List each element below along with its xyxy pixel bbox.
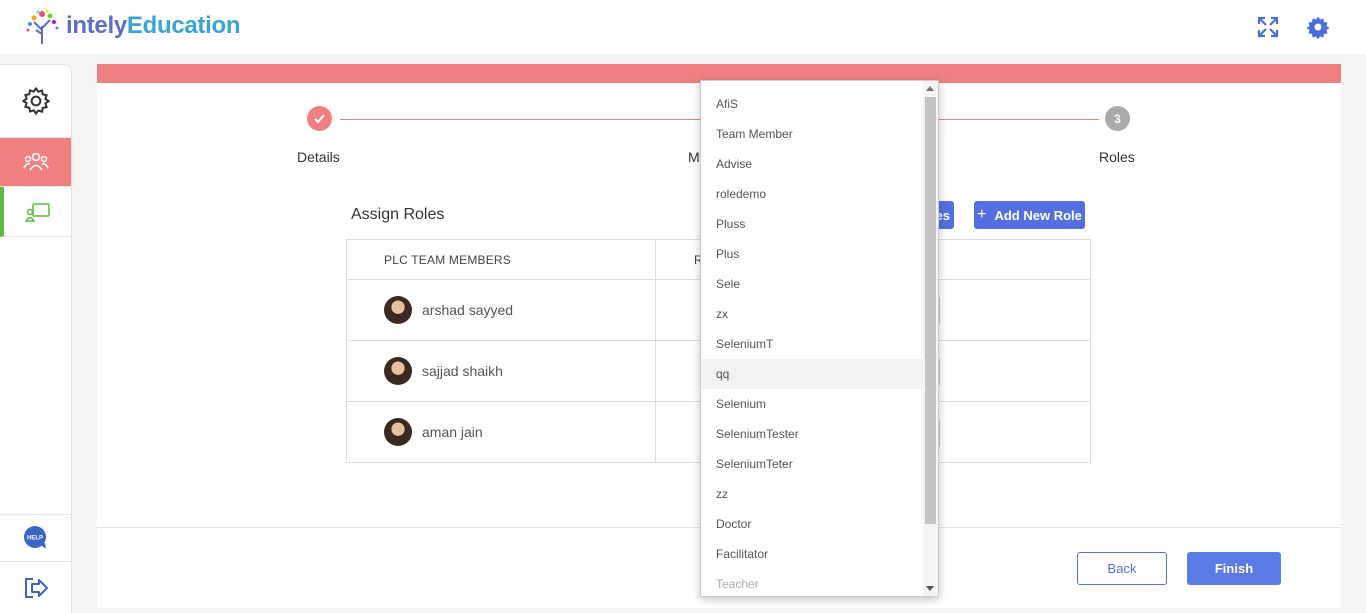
app-header: intelyEducation	[0, 0, 1366, 54]
step-connector	[939, 119, 1099, 120]
dropdown-option[interactable]: roledemo	[701, 179, 924, 209]
help-icon: HELP	[23, 526, 46, 549]
dropdown-option[interactable]: SeleniumTeter	[701, 449, 924, 479]
dropdown-option[interactable]: zx	[701, 299, 924, 329]
dropdown-option[interactable]: Team Member	[701, 119, 924, 149]
dropdown-option[interactable]: Doctor	[701, 509, 924, 539]
role-dropdown-list[interactable]: AfiS Team Member Advise roledemo Pluss P…	[700, 80, 939, 597]
scroll-down-icon[interactable]	[926, 586, 934, 591]
dropdown-option[interactable]: Advise	[701, 149, 924, 179]
team-icon	[22, 152, 49, 171]
dropdown-options: AfiS Team Member Advise roledemo Pluss P…	[701, 89, 924, 596]
step-number: 3	[1105, 106, 1130, 131]
settings-gear-icon[interactable]	[1306, 15, 1330, 39]
assign-roles-title: Assign Roles	[351, 206, 445, 223]
check-icon	[307, 106, 332, 131]
logo-text: intelyEducation	[66, 12, 241, 39]
dropdown-option[interactable]: Pluss	[701, 209, 924, 239]
step-connector	[340, 119, 700, 120]
step-label-details: Details	[297, 149, 340, 165]
step-roles: 3	[1105, 106, 1130, 131]
avatar	[384, 296, 412, 324]
sidebar: HELP	[0, 64, 72, 613]
dropdown-option[interactable]: Plus	[701, 239, 924, 269]
presentation-icon	[24, 202, 50, 222]
sidebar-item-presentation[interactable]	[0, 187, 71, 237]
step-label-roles: Roles	[1099, 149, 1135, 165]
scroll-up-icon[interactable]	[926, 86, 934, 91]
col-header-members: PLC TEAM MEMBERS	[384, 252, 512, 267]
member-name: arshad sayyed	[422, 302, 514, 318]
scroll-thumb[interactable]	[925, 97, 936, 524]
member-name: sajjad shaikh	[422, 363, 503, 379]
dropdown-option[interactable]: Facilitator	[701, 539, 924, 569]
dropdown-option[interactable]: Selenium	[701, 389, 924, 419]
sidebar-item-team[interactable]	[0, 138, 71, 187]
finish-button[interactable]: Finish	[1187, 552, 1281, 585]
avatar	[384, 357, 412, 385]
dropdown-option[interactable]: Teacher	[701, 569, 924, 596]
dropdown-option[interactable]: SeleniumTester	[701, 419, 924, 449]
sidebar-item-help[interactable]: HELP	[0, 514, 71, 562]
dropdown-option[interactable]: SeleniumT	[701, 329, 924, 359]
fullscreen-icon[interactable]	[1256, 15, 1280, 39]
step-details	[307, 106, 332, 131]
dropdown-scrollbar[interactable]	[923, 81, 938, 596]
dropdown-option[interactable]: Sele	[701, 269, 924, 299]
back-button[interactable]: Back	[1077, 552, 1167, 585]
logo[interactable]: intelyEducation	[22, 8, 241, 44]
plus-icon: +	[977, 206, 987, 223]
dropdown-option[interactable]: AfiS	[701, 89, 924, 119]
gear-icon	[21, 86, 50, 116]
tree-logo-icon	[26, 9, 59, 44]
dropdown-option-hovered[interactable]: qq	[701, 359, 924, 389]
avatar	[384, 418, 412, 446]
svg-text:HELP: HELP	[26, 536, 42, 542]
logout-icon	[24, 578, 48, 598]
sidebar-item-logout[interactable]	[0, 562, 71, 613]
member-name: aman jain	[422, 424, 483, 440]
step-label-members: M	[688, 149, 700, 165]
dropdown-option[interactable]: zz	[701, 479, 924, 509]
add-new-role-button[interactable]: + Add New Role	[974, 201, 1085, 229]
sidebar-item-settings[interactable]	[0, 65, 71, 138]
